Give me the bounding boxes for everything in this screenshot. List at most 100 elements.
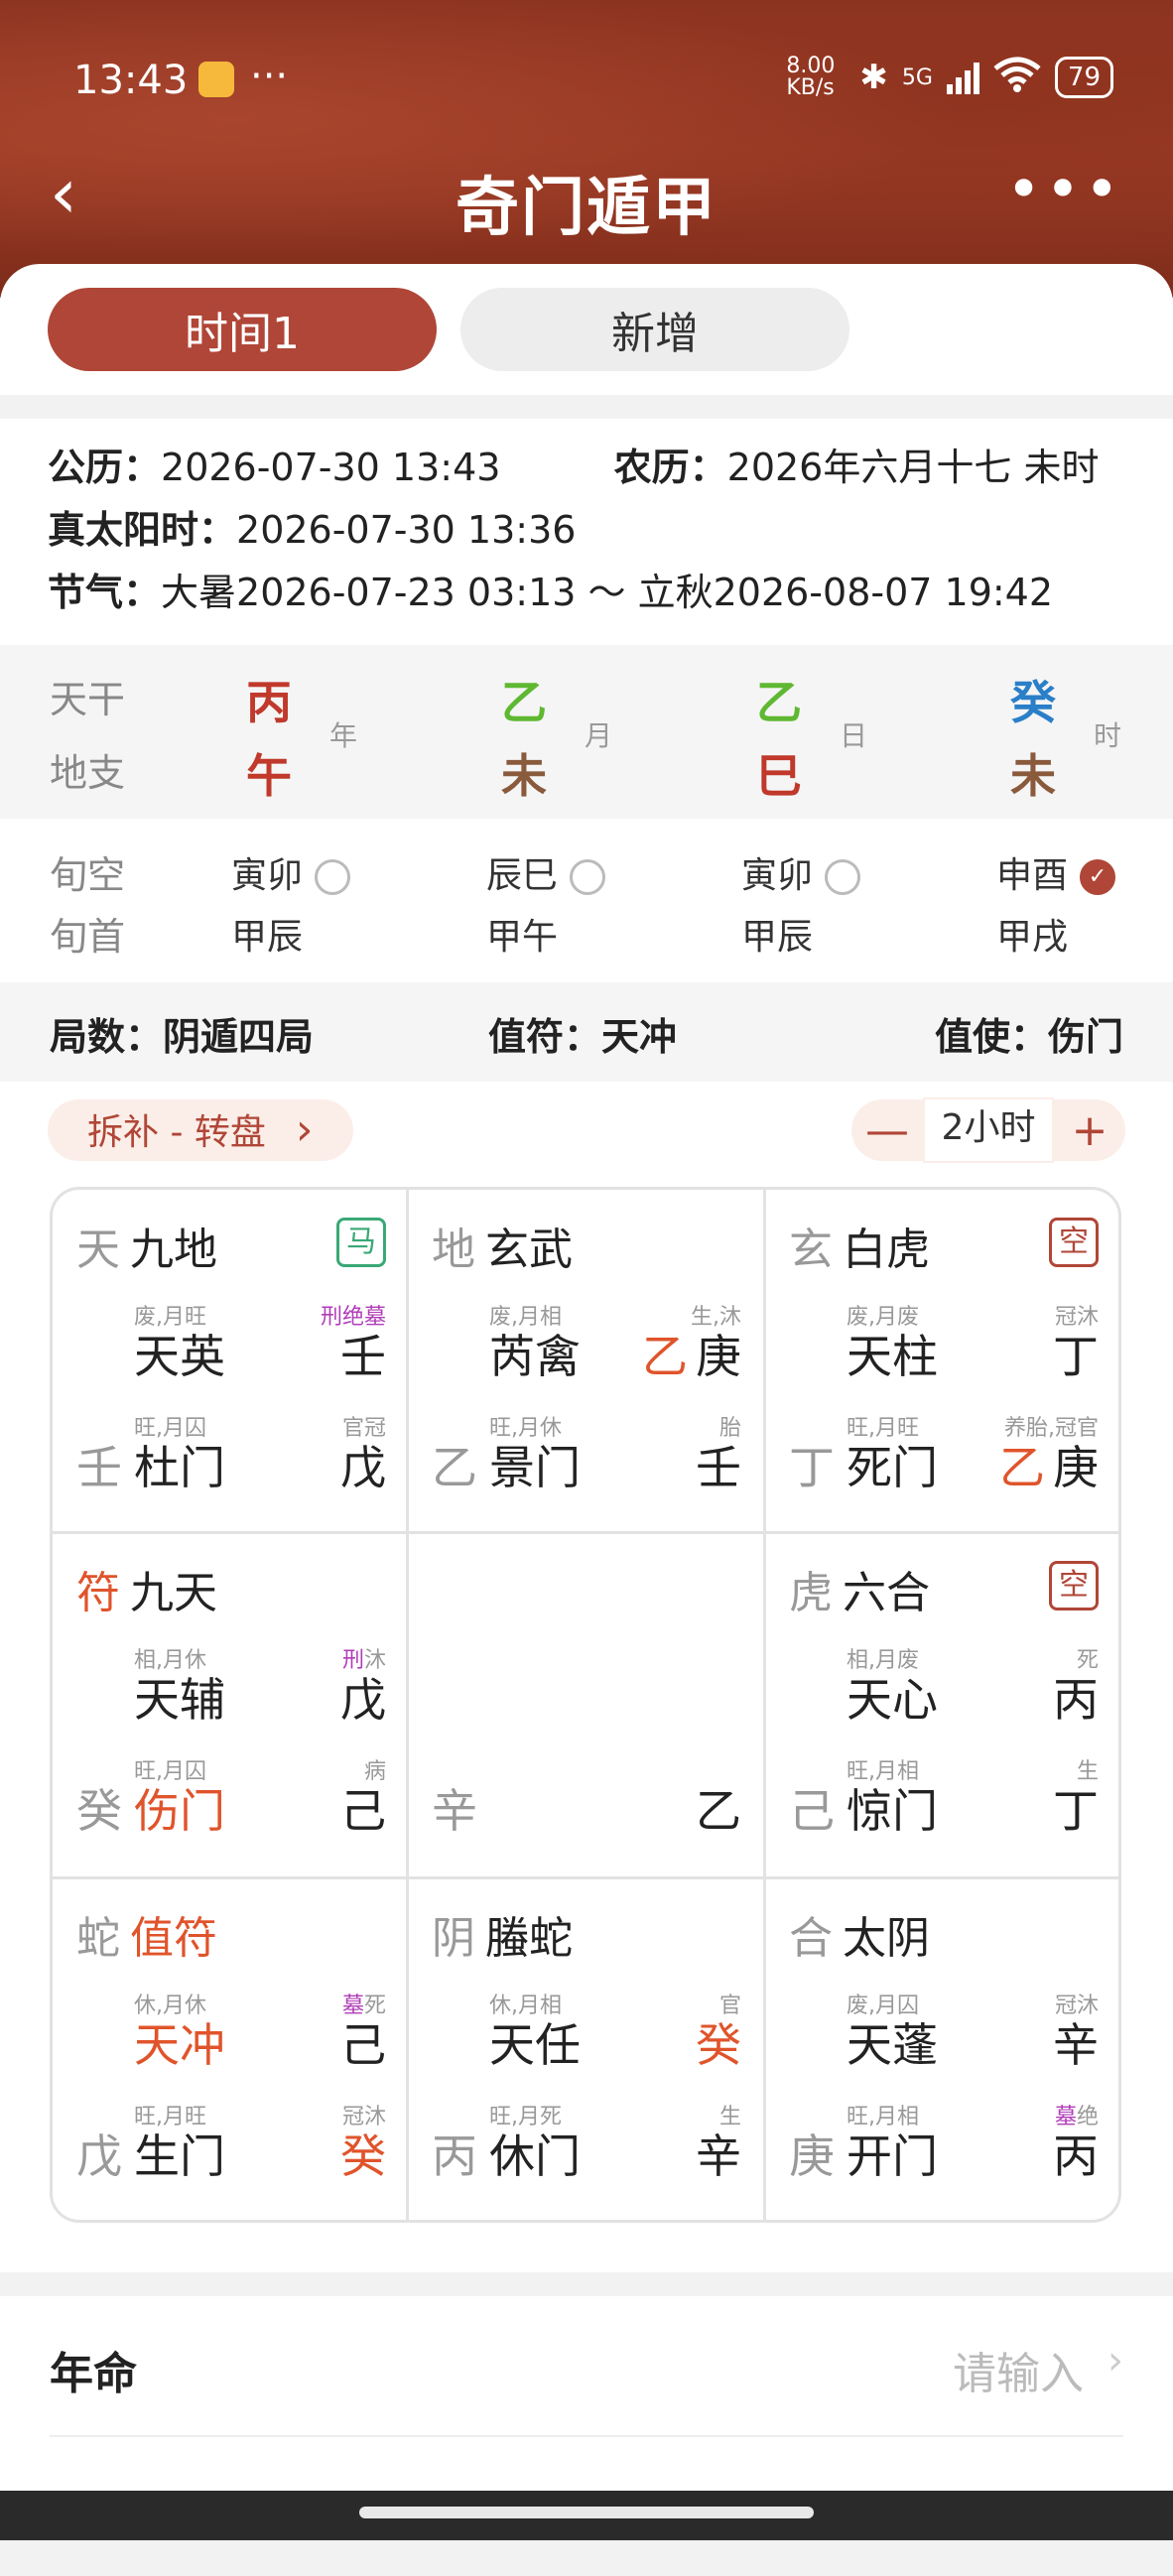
palace-gate-stem-main: 戊	[340, 1441, 386, 1494]
gongli-label: 公历：	[48, 446, 162, 489]
xunkong-0: 寅卯	[231, 846, 351, 898]
palace-0: 天九地马废,月旺 刑绝墓 天英壬旺,月囚 官冠 杜门壬戊	[53, 1190, 408, 1533]
palace-earth-stem: 癸	[76, 1784, 122, 1838]
palace-gate-stem-main: 庚	[1053, 1441, 1099, 1494]
xunshou-3: 甲戌	[996, 917, 1069, 958]
status-bar: 13:43 ··· 8.00 KB/s ✱ 5G 79	[73, 40, 1113, 119]
tiangan-2: 乙	[756, 676, 802, 729]
pillar-label-3: 时	[1094, 719, 1122, 752]
palace-gate-stem: 辛	[696, 2121, 741, 2186]
nianming-input[interactable]: 请输入	[953, 2338, 1084, 2401]
xunkong-label: 旬空	[50, 853, 126, 897]
palace-heaven-stem: 壬	[340, 1321, 386, 1386]
xunkong-2: 寅卯	[741, 846, 861, 898]
solar-term-label: 节气：	[48, 571, 162, 614]
chevron-right-icon: ›	[295, 1104, 314, 1155]
dizhi-label: 地支	[50, 751, 126, 795]
ju-bar: 局数：阴遁四局 值符：天冲 值使：伤门	[0, 982, 1173, 1082]
checked-icon[interactable]: ✓	[1080, 859, 1116, 895]
palace-deity: 九地	[130, 1224, 217, 1275]
date-row-3: 节气：大暑2026-07-23 03:13 ～ 立秋2026-08-07 19:…	[48, 562, 1133, 624]
bluetooth-icon: ✱	[859, 58, 888, 97]
palace-star: 天辅	[134, 1673, 225, 1727]
palace-god-short: 符	[76, 1568, 120, 1618]
palace-badge: 马	[336, 1218, 386, 1267]
palace-badge: 空	[1049, 1218, 1099, 1267]
palace-god: 阴螣蛇	[432, 1902, 573, 1966]
date-info: 公历：2026-07-30 13:43 农历：2026年六月十七 未时 真太阳时…	[48, 437, 1133, 624]
time-stepper: — 2小时 +	[851, 1097, 1125, 1163]
state-char: 刑	[320, 1305, 342, 1330]
palace-5: 虎六合空相,月废死天心丙旺,月相生惊门己丁	[765, 1533, 1118, 1876]
time-tabs: 时间1 新增	[48, 288, 849, 371]
plus-button[interactable]: +	[1054, 1105, 1125, 1156]
radio-icon[interactable]	[570, 859, 606, 895]
palace-gate: 景门	[489, 1441, 581, 1494]
true-solar-value: 2026-07-30 13:36	[236, 508, 577, 552]
palace-heaven-stem-main: 壬	[340, 1330, 386, 1383]
home-bar[interactable]	[359, 2507, 814, 2518]
palace-gate-stem-main: 丁	[1053, 1784, 1099, 1838]
palace-star: 芮禽	[489, 1330, 581, 1383]
notification-app-icon	[198, 62, 234, 97]
nav-bar: ‹ 奇门遁甲 •••	[0, 149, 1173, 248]
palace-gate-stem: 丁	[1053, 1775, 1099, 1841]
palace-deity: 六合	[843, 1568, 930, 1618]
true-solar-label: 真太阳时：	[48, 508, 237, 552]
palace-earth-stem: 丙	[432, 2129, 477, 2183]
status-time: 13:43	[73, 58, 189, 103]
ganzhi-panel: 天干 地支 丙午 年 乙未 月 乙巳 日 癸未 时	[0, 645, 1173, 819]
method-label: 拆补 - 转盘	[87, 1112, 266, 1153]
palace-star: 天心	[847, 1673, 938, 1727]
palace-heaven-stem-main: 庚	[696, 1330, 741, 1383]
palace-earth-stem: 戊	[76, 2129, 122, 2183]
signal-5g: 5G	[901, 64, 933, 90]
palace-gate-stem: 戊	[340, 1432, 386, 1497]
xunkong-1: 辰巳	[486, 846, 606, 898]
chart-controls: 拆补 - 转盘 › — 2小时 +	[48, 1097, 1125, 1163]
palace-god: 蛇值符	[76, 1902, 217, 1966]
nianming-label: 年命	[50, 2349, 137, 2399]
palace-star: 天英	[134, 1330, 225, 1383]
palace-earth-stem: 庚	[789, 2129, 835, 2183]
radio-icon[interactable]	[825, 859, 861, 895]
palace-earth-stem: 丁	[789, 1441, 835, 1494]
home-indicator	[0, 2491, 1173, 2540]
palace-gate-stem-pre: 乙	[999, 1441, 1045, 1494]
palace-heaven-stem: 丁	[1053, 1321, 1099, 1386]
palace-gate: 杜门	[134, 1441, 225, 1494]
tab-time-1[interactable]: 时间1	[48, 288, 437, 371]
palace-heaven-stem: 辛	[1053, 2009, 1099, 2075]
palace-god-short: 蛇	[76, 1913, 120, 1964]
palace-earth-stem: 乙	[432, 1441, 477, 1494]
palace-star: 天任	[489, 2018, 581, 2072]
minus-button[interactable]: —	[851, 1105, 923, 1156]
palace-god: 天九地	[76, 1214, 217, 1277]
xunshou-0: 甲辰	[231, 917, 304, 958]
more-icon[interactable]: •••	[1006, 155, 1123, 224]
palace-badge: 空	[1049, 1561, 1099, 1610]
palace-heaven-stem: 丙	[1053, 1664, 1099, 1730]
method-selector[interactable]: 拆补 - 转盘 ›	[48, 1099, 353, 1161]
more-notifications-icon: ···	[250, 54, 289, 99]
palace-heaven-stem-main: 丙	[1053, 1673, 1099, 1727]
dizhi-3: 未	[1010, 749, 1056, 803]
page-title: 奇门遁甲	[456, 171, 717, 245]
step-value: 2小时	[923, 1097, 1054, 1163]
radio-icon[interactable]	[315, 859, 351, 895]
qimen-chart: 天九地马废,月旺 刑绝墓 天英壬旺,月囚 官冠 杜门壬戊地玄武 废,月相 生,沐 芮禽乙庚旺,…	[50, 1187, 1121, 2223]
xunkong-value: 寅卯	[741, 855, 814, 896]
xun-panel: 旬空 旬首 寅卯 甲辰 辰巳 甲午 寅卯 甲辰 申酉 ✓ 甲戌	[0, 838, 1173, 967]
palace-heaven-stem: 戊	[340, 1664, 386, 1730]
tiangan-0: 丙	[246, 676, 292, 729]
palace-gate: 休门	[489, 2129, 581, 2183]
xunshou-2: 甲辰	[741, 917, 814, 958]
nianming-row[interactable]: 年命 请输入 ›	[50, 2296, 1123, 2437]
palace-gate-stem-main: 己	[340, 1784, 386, 1838]
network-speed: 8.00 KB/s	[786, 54, 836, 100]
xunkong-value: 辰巳	[486, 855, 559, 896]
palace-earth-stem: 壬	[76, 1441, 122, 1494]
palace-gate: 伤门	[134, 1784, 225, 1838]
tab-add[interactable]: 新增	[460, 288, 849, 371]
palace-gate-stem: 丙	[1053, 2121, 1099, 2186]
